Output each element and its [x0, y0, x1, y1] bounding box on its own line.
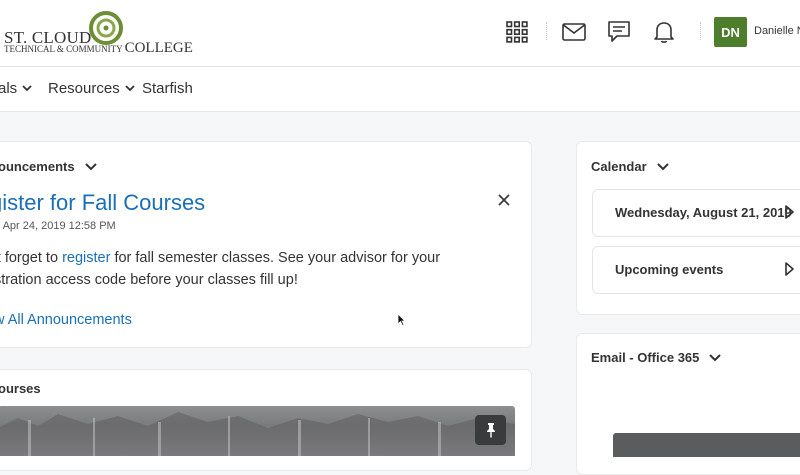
chevron-down-icon [22, 85, 32, 92]
calendar-header[interactable]: Calendar [591, 159, 669, 174]
calendar-date-row[interactable]: Wednesday, August 21, 2019 [592, 189, 800, 237]
chevron-right-icon [785, 262, 794, 276]
announcements-header[interactable]: ouncements [0, 159, 97, 174]
announcement-body: 't forget to register for fall semester … [0, 250, 441, 288]
register-link[interactable]: register [62, 250, 110, 266]
nav-item-resources[interactable]: Resources [48, 80, 135, 97]
avatar[interactable]: DN [714, 17, 747, 47]
chevron-down-icon [656, 162, 669, 170]
upcoming-events-row[interactable]: Upcoming events [592, 246, 800, 294]
logo-line2: TECHNICAL & COMMUNITY COLLEGE [4, 40, 193, 56]
toolbar-separator [700, 22, 702, 40]
toolbar-separator [546, 22, 548, 40]
email-header[interactable]: Email - Office 365 [591, 350, 722, 365]
apps-grid-icon[interactable] [504, 19, 530, 45]
college-logo[interactable]: ST. CLOUD TECHNICAL & COMMUNITY COLLEGE [4, 10, 194, 58]
chevron-down-icon [125, 85, 135, 92]
close-icon[interactable] [497, 193, 513, 209]
nav-item-portals[interactable]: als [0, 80, 32, 97]
announcement-title[interactable]: gister for Fall Courses [0, 190, 205, 216]
chevron-right-icon [785, 205, 794, 219]
nav-bar: als Resources Starfish [0, 67, 800, 112]
course-image[interactable] [0, 406, 515, 456]
pin-button[interactable] [475, 415, 506, 445]
pin-icon [486, 423, 495, 438]
announcement-date: d Apr 24, 2019 12:58 PM [0, 220, 116, 232]
chevron-down-icon [84, 162, 97, 170]
bell-icon[interactable] [651, 19, 677, 45]
mouse-cursor-icon [397, 313, 406, 331]
courses-header[interactable]: ourses [0, 381, 41, 396]
top-bar: ST. CLOUD TECHNICAL & COMMUNITY COLLEGE … [0, 0, 800, 67]
mail-icon[interactable] [561, 19, 587, 45]
chevron-down-icon [709, 353, 722, 361]
email-signin-bar[interactable] [613, 433, 800, 457]
user-name[interactable]: Danielle N [754, 25, 800, 37]
nav-item-starfish[interactable]: Starfish [142, 80, 193, 97]
view-all-announcements-link[interactable]: w All Announcements [0, 312, 132, 328]
chat-icon[interactable] [606, 19, 632, 45]
